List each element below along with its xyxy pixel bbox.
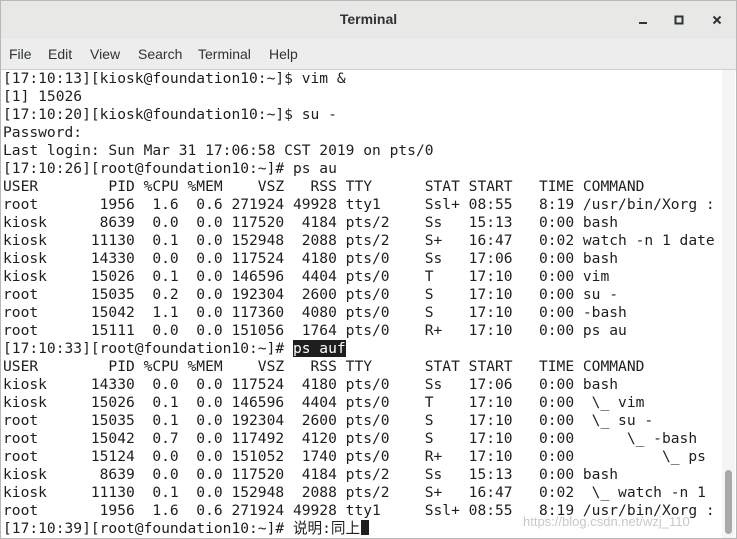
terminal-line: root 15042 1.1 0.0 117360 4080 pts/0 S 1… xyxy=(3,304,627,321)
close-icon[interactable] xyxy=(707,10,727,30)
watermark-text: https://blog.csdn.net/wzj_110 xyxy=(523,514,690,529)
terminal-line: root 15042 0.7 0.0 117492 4120 pts/0 S 1… xyxy=(3,430,698,447)
minimize-icon[interactable] xyxy=(633,10,653,30)
terminal-line: USER PID %CPU %MEM VSZ RSS TTY STAT STAR… xyxy=(3,178,645,195)
terminal-line: root 15124 0.0 0.0 151052 1740 pts/0 R+ … xyxy=(3,448,706,465)
menu-view[interactable]: View xyxy=(90,46,120,62)
terminal-line: kiosk 11130 0.1 0.0 152948 2088 pts/2 S+… xyxy=(3,232,715,249)
menu-file[interactable]: File xyxy=(9,46,32,62)
terminal-line: root 1956 1.6 0.6 271924 49928 tty1 Ssl+… xyxy=(3,196,715,213)
menu-edit[interactable]: Edit xyxy=(48,46,72,62)
terminal-line: [17:10:20][kiosk@foundation10:~]$ su - xyxy=(3,106,337,123)
terminal-line: [17:10:13][kiosk@foundation10:~]$ vim & xyxy=(3,70,346,87)
terminal-line: kiosk 14330 0.0 0.0 117524 4180 pts/0 Ss… xyxy=(3,376,619,393)
menu-search[interactable]: Search xyxy=(138,46,182,62)
terminal-input-line: [17:10:39][root@foundation10:~]# 说明:同上 xyxy=(3,520,370,538)
terminal-prompt-line: [17:10:33][root@foundation10:~]# ps auf xyxy=(3,340,346,358)
text-cursor xyxy=(361,520,370,535)
menu-terminal[interactable]: Terminal xyxy=(198,46,251,62)
terminal-line: root 15035 0.2 0.0 192304 2600 pts/0 S 1… xyxy=(3,286,619,303)
terminal-line: [17:10:26][root@foundation10:~]# ps au xyxy=(3,160,337,177)
maximize-icon[interactable] xyxy=(669,10,689,30)
terminal-line: root 15111 0.0 0.0 151056 1764 pts/0 R+ … xyxy=(3,322,627,339)
menu-bar: File Edit View Search Terminal Help xyxy=(1,39,736,70)
terminal-line: kiosk 15026 0.1 0.0 146596 4404 pts/0 T … xyxy=(3,268,610,285)
terminal-line: kiosk 11130 0.1 0.0 152948 2088 pts/2 S+… xyxy=(3,484,706,501)
terminal-window: Terminal File Edit View Search Terminal … xyxy=(0,0,737,539)
terminal-line: kiosk 15026 0.1 0.0 146596 4404 pts/0 T … xyxy=(3,394,645,411)
selected-command: ps auf xyxy=(292,340,346,357)
terminal-line: kiosk 8639 0.0 0.0 117520 4184 pts/2 Ss … xyxy=(3,466,619,483)
terminal-line: root 15035 0.1 0.0 192304 2600 pts/0 S 1… xyxy=(3,412,654,429)
current-input: [17:10:39][root@foundation10:~]# 说明:同上 xyxy=(3,520,361,537)
terminal-line: Password: xyxy=(3,124,83,141)
scrollbar-thumb[interactable] xyxy=(725,470,732,534)
terminal-line: kiosk 14330 0.0 0.0 117524 4180 pts/0 Ss… xyxy=(3,250,619,267)
window-title: Terminal xyxy=(339,11,398,27)
terminal-line: kiosk 8639 0.0 0.0 117520 4184 pts/2 Ss … xyxy=(3,214,619,231)
terminal-line: Last login: Sun Mar 31 17:06:58 CST 2019… xyxy=(3,142,434,159)
menu-help[interactable]: Help xyxy=(269,46,298,62)
terminal-line: USER PID %CPU %MEM VSZ RSS TTY STAT STAR… xyxy=(3,358,645,375)
terminal-line: [1] 15026 xyxy=(3,88,83,105)
prompt-text: [17:10:33][root@foundation10:~]# xyxy=(3,340,293,357)
terminal-output[interactable]: [17:10:13][kiosk@foundation10:~]$ vim & … xyxy=(2,70,719,538)
scrollbar[interactable] xyxy=(722,70,735,538)
title-bar[interactable]: Terminal xyxy=(1,1,736,40)
